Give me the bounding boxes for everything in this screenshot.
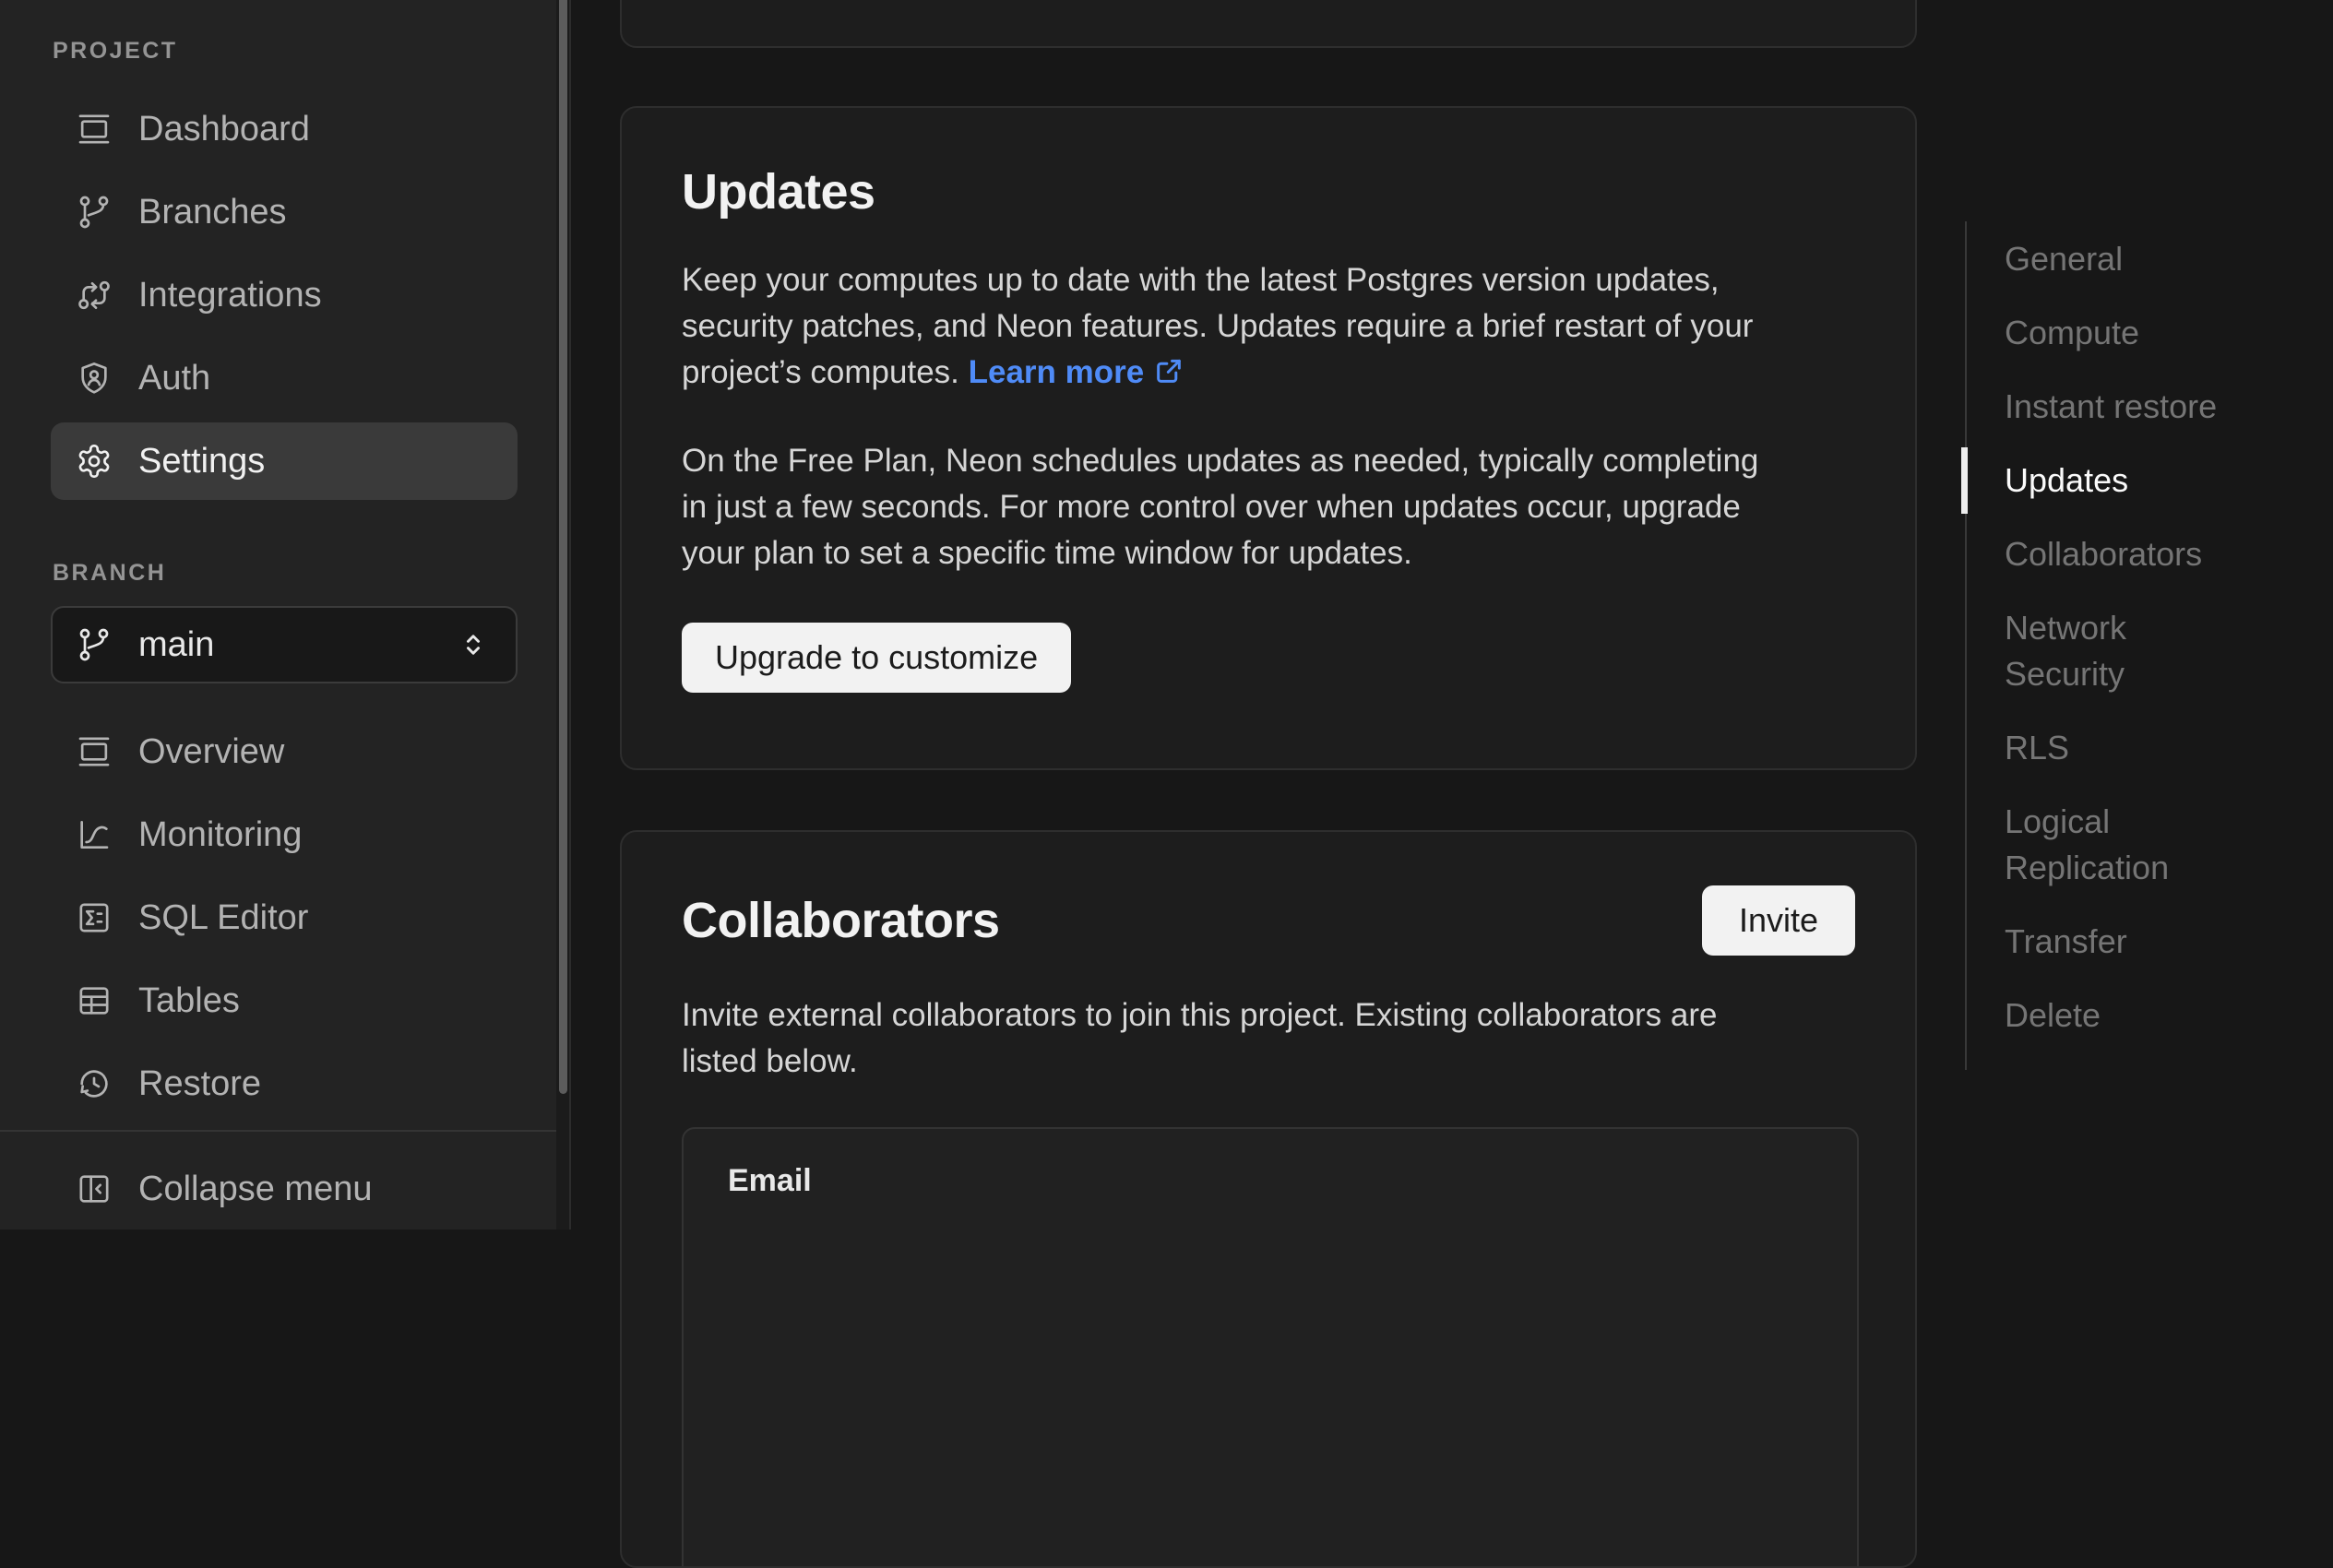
external-link-icon [1153, 353, 1184, 385]
section-nav-logical-replication[interactable]: Logical Replication [2005, 799, 2235, 891]
collaborators-card-header: Collaborators Invite [682, 885, 1855, 956]
sidebar-item-dashboard[interactable]: Dashboard [51, 90, 518, 168]
branch-selector[interactable]: main [51, 606, 518, 683]
sidebar-divider [0, 1130, 556, 1132]
project-section-label: PROJECT [53, 37, 556, 65]
sidebar-item-branches[interactable]: Branches [51, 173, 518, 251]
updates-card: Updates Keep your computes up to date wi… [620, 106, 1917, 770]
section-nav-rls[interactable]: RLS [2005, 725, 2235, 771]
email-column-header: Email [728, 1160, 1857, 1201]
project-sidebar: PROJECT Dashboard Branches Integrations [0, 0, 556, 1229]
section-nav-network-security[interactable]: Network Security [2005, 605, 2235, 697]
collapse-menu-button[interactable]: Collapse menu [51, 1150, 518, 1228]
collaborators-description: Invite external collaborators to join th… [682, 992, 1855, 1085]
sidebar-item-label: Integrations [138, 273, 322, 317]
sidebar-item-label: Tables [138, 979, 240, 1023]
sidebar-item-overview[interactable]: Overview [51, 713, 518, 790]
sidebar-item-label: Auth [138, 356, 210, 400]
section-nav-transfer[interactable]: Transfer [2005, 919, 2235, 965]
gear-icon [76, 443, 113, 480]
sidebar-scroll-gutter [556, 0, 571, 1229]
tables-grid-icon [76, 982, 113, 1019]
sidebar-item-label: Dashboard [138, 107, 310, 151]
sidebar-item-label: Branches [138, 190, 287, 234]
collaborators-table: Email [682, 1127, 1859, 1568]
sidebar-item-tables[interactable]: Tables [51, 962, 518, 1039]
panel-collapse-icon [76, 1170, 113, 1207]
neon-console-app: PROJECT Dashboard Branches Integrations [0, 0, 2333, 1229]
section-nav-rail [1965, 221, 1967, 1070]
integrations-icon [76, 277, 113, 314]
section-nav-instant-restore[interactable]: Instant restore [2005, 384, 2235, 430]
monitoring-chart-icon [76, 816, 113, 853]
sidebar-item-auth[interactable]: Auth [51, 339, 518, 417]
section-nav-updates[interactable]: Updates [2005, 457, 2235, 504]
sidebar-item-label: Restore [138, 1062, 261, 1106]
sidebar-item-label: SQL Editor [138, 896, 308, 940]
active-section-indicator [1961, 447, 1968, 514]
invite-button[interactable]: Invite [1702, 885, 1855, 956]
auth-shield-icon [76, 360, 113, 397]
chevron-up-down-icon [457, 628, 490, 661]
collapse-menu-label: Collapse menu [138, 1167, 372, 1211]
previous-settings-card-partial [620, 0, 1917, 48]
section-nav-collaborators[interactable]: Collaborators [2005, 531, 2235, 577]
updates-card-title: Updates [682, 161, 1855, 222]
sidebar-item-label: Settings [138, 439, 265, 483]
section-nav-compute[interactable]: Compute [2005, 310, 2235, 356]
updates-description: Keep your computes up to date with the l… [682, 257, 1855, 396]
sidebar-item-restore[interactable]: Restore [51, 1045, 518, 1123]
overview-icon [76, 733, 113, 770]
branch-selector-value: main [138, 625, 457, 665]
sidebar-item-sql-editor[interactable]: SQL Editor [51, 879, 518, 956]
collaborators-card-title: Collaborators [682, 890, 1000, 951]
branch-nav-list: Overview Monitoring SQL Editor Tables [0, 713, 556, 1123]
sidebar-item-settings[interactable]: Settings [51, 422, 518, 500]
sidebar-item-label: Monitoring [138, 813, 302, 857]
learn-more-link[interactable]: Learn more [969, 354, 1145, 390]
section-nav-delete[interactable]: Delete [2005, 992, 2235, 1039]
sql-editor-icon [76, 899, 113, 936]
sidebar-item-integrations[interactable]: Integrations [51, 256, 518, 334]
sidebar-item-monitoring[interactable]: Monitoring [51, 796, 518, 873]
sidebar-scrollbar-thumb[interactable] [559, 0, 567, 1094]
updates-free-plan-note: On the Free Plan, Neon schedules updates… [682, 438, 1855, 576]
section-nav-items: General Compute Instant restore Updates … [2005, 236, 2235, 1066]
collaborators-card: Collaborators Invite Invite external col… [620, 830, 1917, 1568]
dashboard-icon [76, 111, 113, 148]
section-nav-general[interactable]: General [2005, 236, 2235, 282]
sidebar-item-label: Overview [138, 730, 284, 774]
upgrade-to-customize-button[interactable]: Upgrade to customize [682, 623, 1071, 693]
project-nav-list: Dashboard Branches Integrations Auth [0, 90, 556, 500]
git-branch-icon [76, 194, 113, 231]
git-branch-icon [76, 626, 113, 663]
restore-history-icon [76, 1065, 113, 1102]
branch-section-label: BRANCH [53, 559, 556, 588]
